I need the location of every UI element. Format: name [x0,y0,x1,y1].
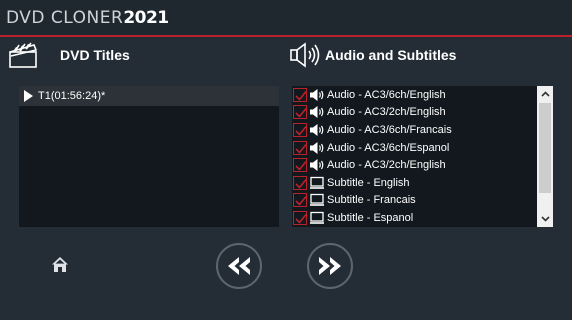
checkmark-icon [295,90,307,101]
track-checkbox[interactable] [293,105,307,120]
title-bar: DVD CLONER2021 [0,0,572,37]
audio-track-row[interactable]: Audio - AC3/2ch/English [292,104,534,122]
scroll-up-button[interactable] [537,86,553,102]
home-button[interactable] [50,255,70,275]
track-checkbox[interactable] [293,193,307,208]
track-label: Subtitle - Espanol [327,211,414,224]
track-label: Audio - AC3/2ch/English [327,106,446,119]
track-checkbox[interactable] [293,122,307,137]
clapperboard-icon [8,41,38,69]
chevron-down-icon [540,216,550,222]
dvd-titles-list[interactable]: T1(01:56:24)* [19,86,279,227]
checkmark-icon [295,125,307,136]
track-checkbox[interactable] [293,210,307,225]
dvd-titles-heading: DVD Titles [60,47,130,63]
play-icon[interactable] [24,90,33,102]
track-label: Audio - AC3/6ch/Francais [327,123,452,136]
checkmark-icon [295,178,307,189]
track-checkbox[interactable] [293,140,307,155]
speaker-icon [289,42,323,68]
checkmark-icon [295,143,307,154]
audio-subtitles-list[interactable]: Audio - AC3/6ch/English Audio - AC3/2ch/E… [292,86,553,227]
audio-track-row[interactable]: Audio - AC3/2ch/English [292,156,534,174]
scrollbar-thumb[interactable] [539,103,551,193]
audio-subtitles-items: Audio - AC3/6ch/English Audio - AC3/2ch/E… [292,86,534,227]
audio-track-row[interactable]: Audio - AC3/6ch/Francais [292,121,534,139]
track-checkbox[interactable] [293,175,307,190]
audio-subtitles-heading: Audio and Subtitles [325,47,457,63]
track-checkbox[interactable] [293,158,307,173]
monitor-icon [309,193,325,207]
app-logo: DVD CLONER2021 [6,8,169,28]
speaker-icon [309,88,325,102]
subtitle-track-row[interactable]: Subtitle - English [292,174,534,192]
scroll-down-button[interactable] [537,211,553,227]
subtitle-track-row[interactable]: Subtitle - Espanol [292,209,534,227]
track-checkbox[interactable] [293,87,307,102]
logo-year: 2021 [123,8,169,28]
monitor-icon [309,211,325,225]
checkmark-icon [295,108,307,119]
next-button[interactable] [307,243,353,289]
subtitle-track-row[interactable]: Subtitle - Francais [292,192,534,210]
audio-track-row[interactable]: Audio - AC3/6ch/English [292,86,534,104]
speaker-icon [309,105,325,119]
monitor-icon [309,176,325,190]
title-row[interactable]: T1(01:56:24)* [19,86,279,106]
track-label: Audio - AC3/6ch/Espanol [327,141,450,154]
checkmark-icon [295,161,307,171]
scrollbar[interactable] [537,86,553,227]
speaker-icon [309,123,325,137]
home-icon [52,257,68,272]
chevron-up-icon [540,91,550,97]
back-button[interactable] [216,243,262,289]
speaker-icon [309,158,325,172]
speaker-icon [309,141,325,155]
checkmark-icon [295,213,307,224]
title-row-label: T1(01:56:24)* [38,90,106,102]
checkmark-icon [295,196,307,207]
track-label: Subtitle - Francais [327,194,416,207]
track-label: Audio - AC3/6ch/English [327,88,446,101]
audio-track-row[interactable]: Audio - AC3/6ch/Espanol [292,139,534,157]
track-label: Subtitle - English [327,176,410,189]
logo-text: DVD CLONER [6,8,124,28]
track-label: Audio - AC3/2ch/English [327,159,446,172]
fast-forward-icon [319,257,341,275]
rewind-icon [228,257,250,275]
